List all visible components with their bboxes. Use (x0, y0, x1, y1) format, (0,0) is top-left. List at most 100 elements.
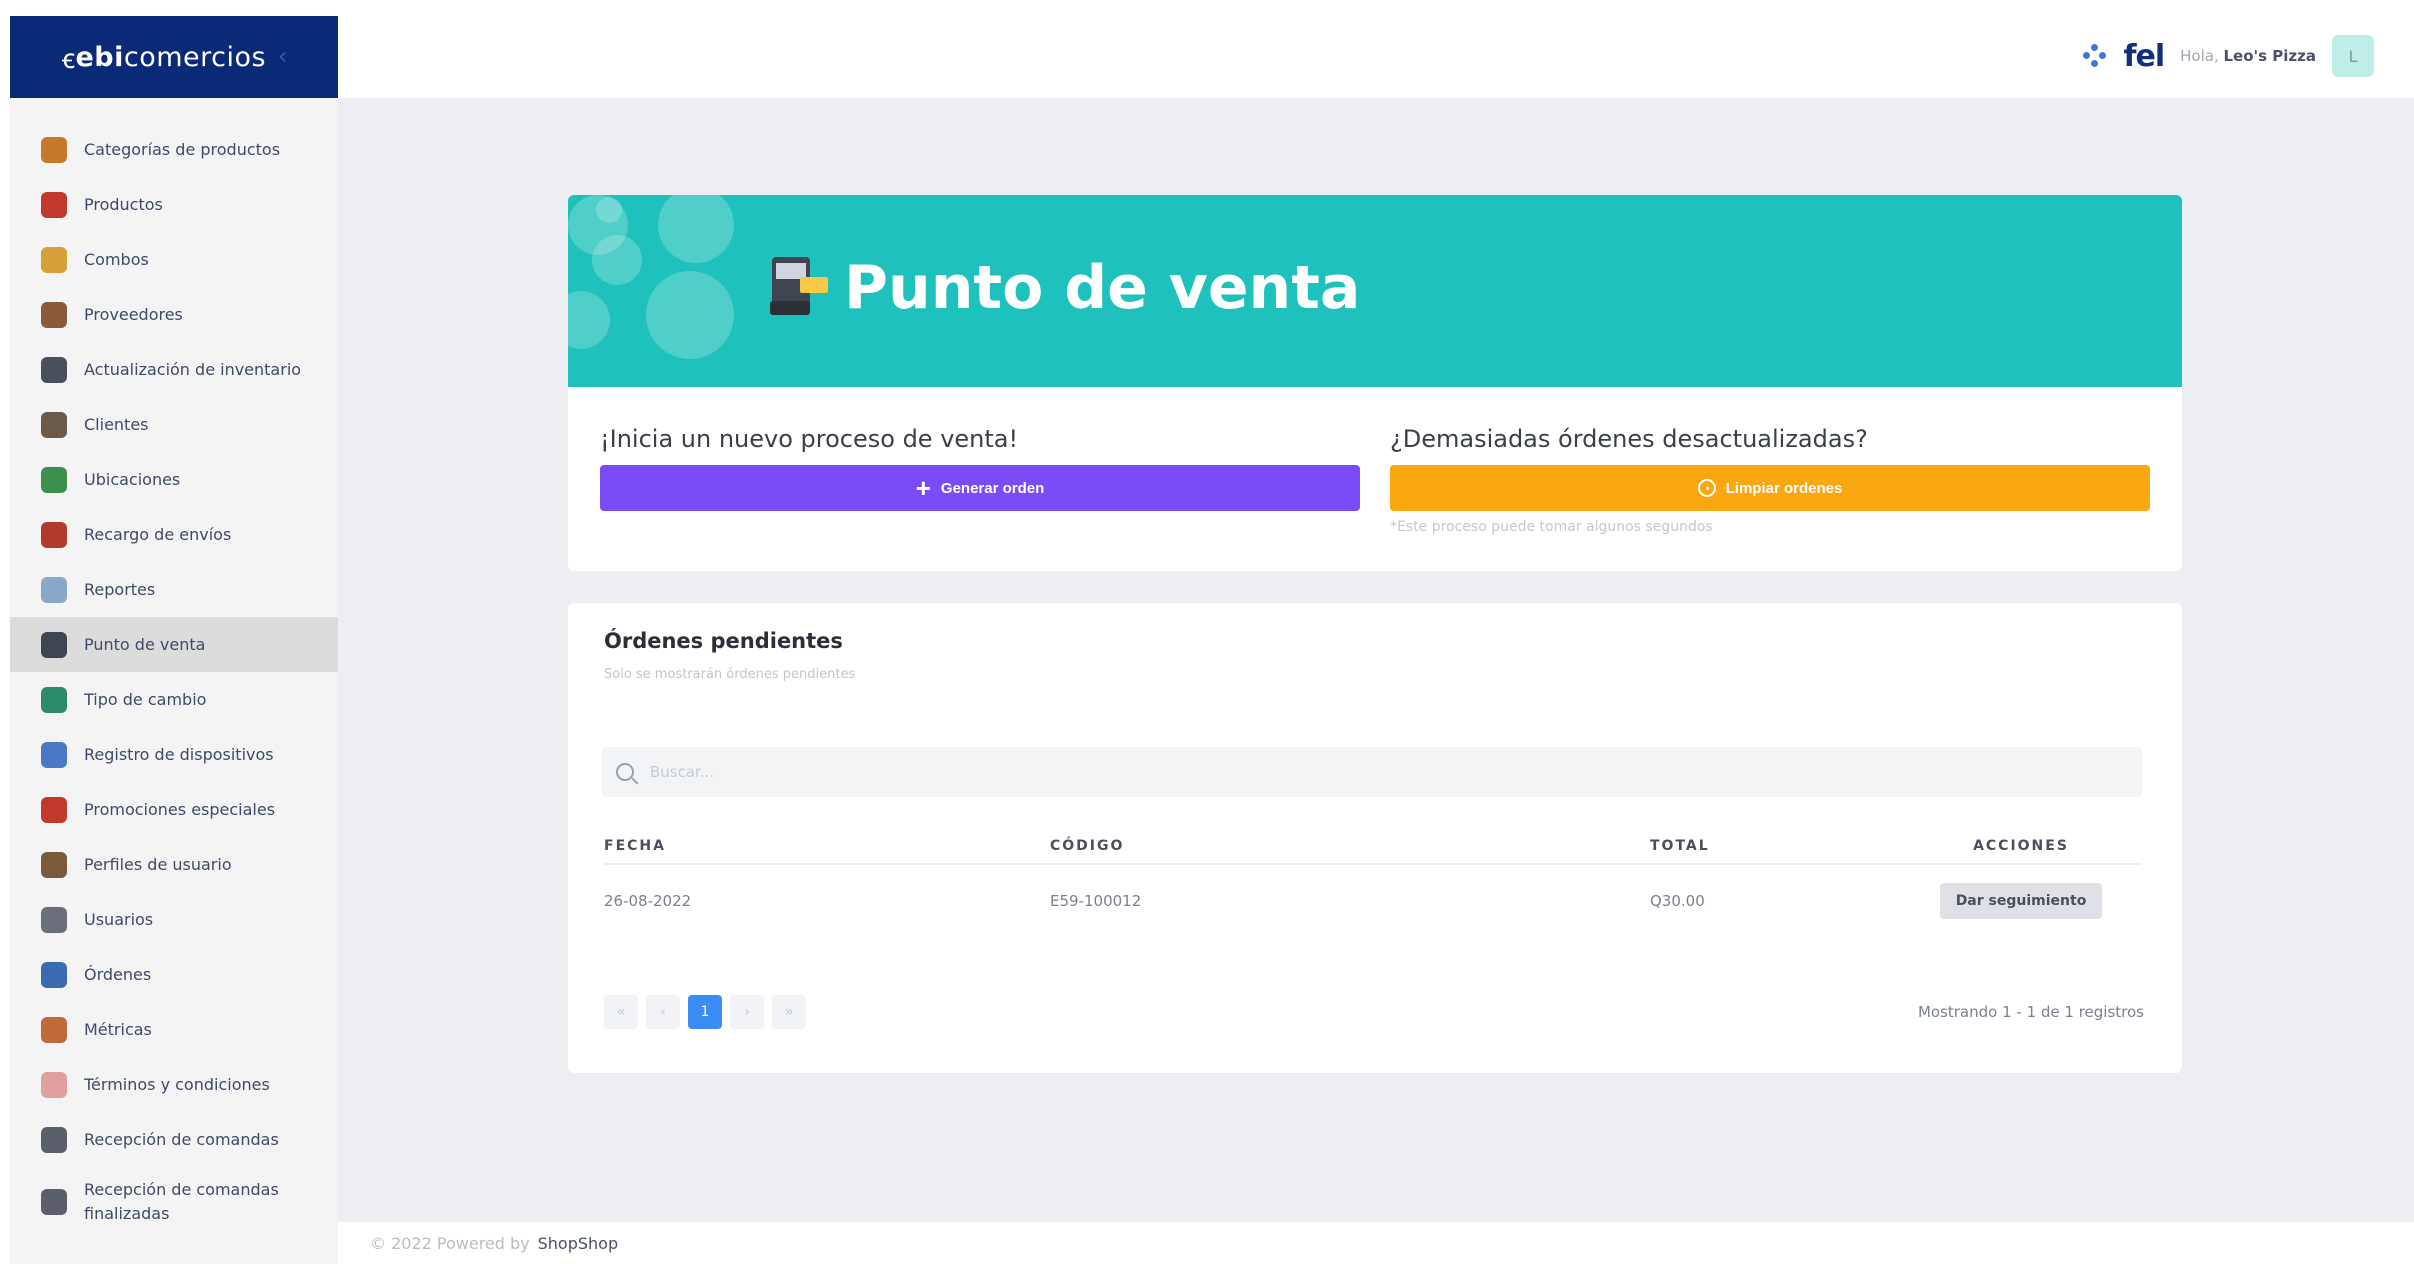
sidebar-item[interactable]: Combos (10, 232, 338, 287)
orders-icon (38, 959, 70, 991)
cell-fecha: 26-08-2022 (604, 891, 692, 910)
sidebar-item-label: Ubicaciones (84, 469, 181, 489)
sidebar-item-label: Usuarios (84, 909, 154, 929)
order-reception-icon (38, 1124, 70, 1156)
sidebar-item[interactable]: Registro de dispositivos (10, 727, 338, 782)
sidebar-item[interactable]: Promociones especiales (10, 782, 338, 837)
clock-icon (1697, 479, 1716, 497)
sidebar-item-label: Proveedores (84, 304, 183, 324)
sidebar-item-label: Recargo de envíos (84, 524, 232, 544)
sidebar-item-label: Perfiles de usuario (84, 854, 232, 874)
fel-logo: fel (2123, 38, 2165, 74)
sidebar-menu: Categorías de productos Productos Combos Pr… (10, 98, 338, 1237)
pending-orders-subtitle: Solo se mostrarán órdenes pendientes (604, 667, 856, 682)
avatar[interactable]: L (2332, 35, 2374, 77)
table-header-row: FECHA CÓDIGO TOTAL ACCIONES (604, 828, 2142, 865)
sidebar-item-label: Combos (84, 249, 149, 269)
cell-total: Q30.00 (1650, 891, 1705, 910)
pending-orders-title: Órdenes pendientes (604, 629, 843, 653)
categories-icon (38, 134, 70, 166)
brand-logo[interactable]: ꞓ ebi comercios ‹ (10, 16, 338, 98)
sidebar-item-label: Promociones especiales (84, 799, 276, 819)
clean-orders-section: ¿Demasiadas órdenes desactualizadas? Lim… (1390, 425, 2150, 535)
products-icon (38, 189, 70, 221)
pagination-prev[interactable]: ‹ (646, 995, 680, 1029)
col-header-codigo[interactable]: CÓDIGO (1050, 828, 1650, 865)
pagination-page-1[interactable]: 1 (688, 995, 722, 1029)
pos-terminal-icon (770, 257, 830, 319)
apps-dots-icon[interactable] (2083, 44, 2107, 68)
pagination-next[interactable]: › (730, 995, 764, 1029)
sidebar-item-label: Tipo de cambio (84, 689, 207, 709)
cell-codigo: E59-100012 (1050, 891, 1142, 910)
sidebar-item-label: Términos y condiciones (84, 1074, 270, 1094)
greeting-prefix: Hola, (2180, 47, 2219, 65)
sidebar-item[interactable]: Clientes (10, 397, 338, 452)
finished-orders-icon (38, 1186, 70, 1218)
pagination-first[interactable]: « (604, 995, 638, 1029)
footer-brand-link[interactable]: ShopShop (538, 1234, 618, 1253)
user-name: Leo's Pizza (2223, 47, 2317, 65)
search-input[interactable] (650, 763, 2024, 781)
pagination-last[interactable]: » (772, 995, 806, 1029)
pos-icon (38, 629, 70, 661)
follow-up-button[interactable]: Dar seguimiento (1939, 882, 2103, 919)
table-row: 26-08-2022 E59-100012 Q30.00 Dar seguimi… (604, 864, 2142, 936)
page-title-text: Punto de venta (844, 253, 1361, 323)
sidebar-item-label: Órdenes (84, 964, 152, 984)
sidebar-item[interactable]: Punto de venta (10, 617, 338, 672)
collapse-sidebar-icon[interactable]: ‹ (278, 42, 288, 70)
sidebar-item[interactable]: Términos y condiciones (10, 1057, 338, 1112)
shipping-icon (38, 519, 70, 551)
sidebar-item[interactable]: Recepción de comandas (10, 1112, 338, 1167)
generate-order-button[interactable]: + Generar orden (600, 465, 1360, 511)
sidebar-item[interactable]: Actualización de inventario (10, 342, 338, 397)
users-icon (38, 904, 70, 936)
user-greeting: Hola, Leo's Pizza (2180, 47, 2316, 65)
hero-banner: Punto de venta (568, 195, 2182, 387)
search-bar (602, 747, 2142, 797)
generate-order-label: Generar orden (940, 479, 1045, 497)
sidebar-item[interactable]: Reportes (10, 562, 338, 617)
sidebar-item[interactable]: Órdenes (10, 947, 338, 1002)
sidebar-item[interactable]: Métricas (10, 1002, 338, 1057)
reports-icon (38, 574, 70, 606)
suppliers-icon (38, 299, 70, 331)
sidebar-item-label: Métricas (84, 1019, 152, 1039)
new-sale-heading: ¡Inicia un nuevo proceso de venta! (600, 425, 1019, 453)
sidebar-item-label: Recepción de comandas (84, 1129, 279, 1149)
sidebar-item[interactable]: Tipo de cambio (10, 672, 338, 727)
search-icon (616, 763, 634, 781)
new-sale-section: ¡Inicia un nuevo proceso de venta! + Gen… (600, 425, 1360, 511)
sidebar-item-label: Reportes (84, 579, 156, 599)
sidebar-item[interactable]: Recepción de comandas finalizadas (10, 1167, 338, 1237)
page-title: Punto de venta (770, 253, 1360, 323)
pagination: « ‹ 1 › » (604, 995, 806, 1029)
topbar-right: fel Hola, Leo's Pizza L (2083, 34, 2374, 78)
clean-orders-label: Limpiar ordenes (1725, 479, 1843, 497)
clean-orders-hint: *Este proceso puede tomar algunos segund… (1390, 519, 1713, 535)
devices-icon (38, 739, 70, 771)
col-header-total[interactable]: TOTAL (1650, 828, 1900, 865)
sidebar-item-label: Productos (84, 194, 163, 214)
col-header-fecha[interactable]: FECHA (604, 828, 1050, 865)
sidebar-item-label: Actualización de inventario (84, 359, 302, 379)
sidebar-item[interactable]: Ubicaciones (10, 452, 338, 507)
sidebar-item[interactable]: Proveedores (10, 287, 338, 342)
sidebar-item[interactable]: Productos (10, 177, 338, 232)
brand-mark: ꞓ (62, 43, 76, 75)
locations-icon (38, 464, 70, 496)
sidebar-item[interactable]: Perfiles de usuario (10, 837, 338, 892)
topbar: fel Hola, Leo's Pizza L (338, 16, 2414, 98)
plus-icon: + (915, 473, 931, 503)
sidebar-item[interactable]: Recargo de envíos (10, 507, 338, 562)
pending-orders-card: Órdenes pendientes Solo se mostrarán órd… (568, 603, 2182, 1073)
sidebar-item[interactable]: Categorías de productos (10, 122, 338, 177)
sidebar-item[interactable]: Usuarios (10, 892, 338, 947)
orders-table: FECHA CÓDIGO TOTAL ACCIONES 26-08-2022 E… (604, 828, 2142, 936)
pos-card: Punto de venta ¡Inicia un nuevo proceso … (568, 195, 2182, 571)
brand-bold: ebi (75, 41, 124, 73)
footer-copyright: © 2022 Powered by (370, 1233, 530, 1253)
sidebar: ꞓ ebi comercios ‹ Categorías de productos P… (10, 16, 338, 1264)
clean-orders-button[interactable]: Limpiar ordenes (1390, 465, 2150, 511)
